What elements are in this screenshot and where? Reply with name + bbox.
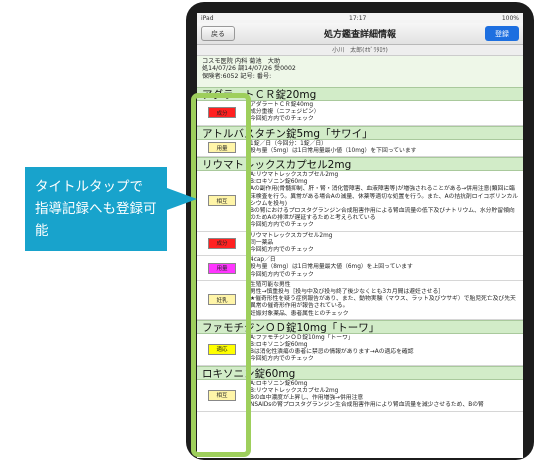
check-row: 相互 A:ロキソニン錠60mg B:リウマトレックスカプセル2mg Bの血中濃度が上昇… xyxy=(197,380,523,412)
detail-line: 今回処方内でのチェック xyxy=(250,271,314,278)
detail-line: NSAIDsの腎プロスタグランジン生合成阻害作用により腎血流量を減少させるため、… xyxy=(250,402,484,409)
check-type-tag[interactable]: 用量 xyxy=(208,142,236,154)
info-line: 保険者:6052 記号: 番号: xyxy=(202,72,272,80)
detail-line: 同一薬品 xyxy=(250,239,274,246)
drug-title[interactable]: リウマトレックスカプセル2mg xyxy=(197,157,523,172)
drug-title[interactable]: アトルバスタチン錠5mg「サワイ」 xyxy=(197,125,523,140)
detail-line: リウマトレックスカプセル2mg xyxy=(250,232,333,239)
patient-name: 小川 太郎(ｵｶﾞﾜﾀﾛｳ) xyxy=(197,45,523,56)
detail-line: 今回処方内でのチェック xyxy=(250,222,314,229)
check-type-tag[interactable]: 適応 xyxy=(208,343,236,355)
detail-line: 今回処方内でのチェック xyxy=(250,247,314,254)
drug-title[interactable]: ロキソニン錠60mg xyxy=(197,365,523,380)
check-row: 成分 アダラートＣＲ錠40mg 成分重複（ニフェジピン） 今回処方内でのチェック xyxy=(197,101,523,126)
callout-line: タイトルタップで xyxy=(35,179,143,195)
tag-cell: 成分 xyxy=(197,101,247,125)
tag-cell: 妊乳 xyxy=(197,281,247,319)
prescription-info: コスモ医院 内科 菊池 大助 処14/07/26 調14/07/26 受0002… xyxy=(197,56,523,87)
check-detail: A:ロキソニン錠60mg B:リウマトレックスカプセル2mg Bの血中濃度が上昇し、… xyxy=(247,380,523,411)
back-button[interactable]: 戻る xyxy=(201,26,235,41)
check-detail: 1錠／日（今回分：1錠／日） 投与量（5mg）は1日常用量最小値（10mg）を下回… xyxy=(247,140,523,156)
clock-label: 17:17 xyxy=(349,14,367,22)
detail-line: A:ファモチジンＯＤ錠10mg「トーワ」 xyxy=(250,334,354,341)
check-type-tag[interactable]: 成分 xyxy=(208,237,236,249)
check-row: 用量 4cap／日 投与量（8mg）は1日常用量最大値（6mg）を上回っています 今回… xyxy=(197,256,523,281)
info-line: 処14/07/26 調14/07/26 受0002 xyxy=(202,65,296,73)
drug-title[interactable]: アダラートＣＲ錠20mg xyxy=(197,87,523,101)
check-row: 妊乳 生殖可能な男性 男性→慎重投与［投与中及び投与終了後少なくとも3カ月間は避妊さ… xyxy=(197,281,523,320)
tag-cell: 成分 xyxy=(197,232,247,256)
detail-line: A:ロキソニン錠60mg xyxy=(250,380,308,387)
callout-line: 指導記録へも登録可能 xyxy=(35,201,157,239)
tag-cell: 相互 xyxy=(197,380,247,411)
check-detail: 生殖可能な男性 男性→慎重投与［投与中及び投与終了後少なくとも3カ月間は避妊させる… xyxy=(247,281,523,319)
check-row: 用量 1錠／日（今回分：1錠／日） 投与量（5mg）は1日常用量最小値（10mg）を… xyxy=(197,140,523,158)
check-row: 相互 A:リウマトレックスカプセル2mg B:ロキソニン錠60mg Aの副作用(骨髄抑… xyxy=(197,171,523,232)
tag-cell: 用量 xyxy=(197,140,247,156)
drug-title[interactable]: ファモチジンＯＤ錠10mg「トーワ」 xyxy=(197,319,523,334)
check-type-tag[interactable]: 用量 xyxy=(208,262,236,274)
detail-line: 生殖可能な男性 xyxy=(250,281,291,288)
check-detail: リウマトレックスカプセル2mg 同一薬品 今回処方内でのチェック xyxy=(247,232,523,256)
detail-line: 妊娠対象薬品、患者属性とのチェック xyxy=(250,310,349,317)
tag-cell: 用量 xyxy=(197,256,247,280)
check-type-tag[interactable]: 成分 xyxy=(208,107,236,119)
detail-line: 投与量（8mg）は1日常用量最大値（6mg）を上回っています xyxy=(250,264,413,271)
detail-line: 今回処方内でのチェック xyxy=(250,356,314,363)
check-type-tag[interactable]: 相互 xyxy=(208,389,236,401)
detail-line: 今回処方内でのチェック xyxy=(250,116,314,123)
tag-cell: 相互 xyxy=(197,171,247,231)
register-button[interactable]: 登録 xyxy=(484,26,519,41)
callout-arrow xyxy=(167,188,197,210)
detail-line: Bの腎におけるプロスタグランジン合成阻害作用による腎血流量の低下及びナトリウム、… xyxy=(250,208,515,222)
battery-label: 100% xyxy=(501,14,519,22)
page-title: 処方鑑査詳細情報 xyxy=(323,30,396,40)
check-type-tag[interactable]: 相互 xyxy=(208,195,236,207)
check-detail: 4cap／日 投与量（8mg）は1日常用量最大値（6mg）を上回っています 今回処方… xyxy=(247,256,523,280)
check-type-tag[interactable]: 妊乳 xyxy=(208,294,236,306)
detail-line: 1錠／日（今回分：1錠／日） xyxy=(250,140,327,147)
callout-box: タイトルタップで 指導記録へも登録可能 xyxy=(25,167,167,251)
tag-cell: 適応 xyxy=(197,334,247,365)
nav-bar: 戻る 処方鑑査詳細情報 登録 xyxy=(197,23,523,45)
detail-line: B:リウマトレックスカプセル2mg xyxy=(250,387,339,394)
check-detail: アダラートＣＲ錠40mg 成分重複（ニフェジピン） 今回処方内でのチェック xyxy=(247,101,523,125)
status-bar: iPad 17:17 100% xyxy=(197,13,523,23)
check-row: 成分 リウマトレックスカプセル2mg 同一薬品 今回処方内でのチェック xyxy=(197,232,523,257)
drug-list: アダラートＣＲ錠20mg 成分 アダラートＣＲ錠40mg 成分重複（ニフェジピン） 今回… xyxy=(197,87,523,412)
detail-line: 投与量（5mg）は1日常用量最小値（10mg）を下回っています xyxy=(250,147,417,154)
app-screen: iPad 17:17 100% 戻る 処方鑑査詳細情報 登録 小川 太郎(ｵｶﾞ… xyxy=(197,13,523,458)
detail-line: Aの副作用(骨髄抑制、肝・腎・消化管障害、血液障害等)が増強されることがある→併… xyxy=(250,186,519,207)
detail-line: ★催奇形性を疑う症例報告があり、また、動物実験（マウス、ラット及びウサギ）で胎児… xyxy=(250,296,516,310)
carrier-label: iPad xyxy=(201,14,214,22)
check-detail: A:リウマトレックスカプセル2mg B:ロキソニン錠60mg Aの副作用(骨髄抑制、… xyxy=(247,171,523,231)
check-row: 適応 A:ファモチジンＯＤ錠10mg「トーワ」 B:ロキソニン錠60mg Bは消化性潰… xyxy=(197,334,523,366)
check-detail: A:ファモチジンＯＤ錠10mg「トーワ」 B:ロキソニン錠60mg Bは消化性潰瘍の… xyxy=(247,334,523,365)
